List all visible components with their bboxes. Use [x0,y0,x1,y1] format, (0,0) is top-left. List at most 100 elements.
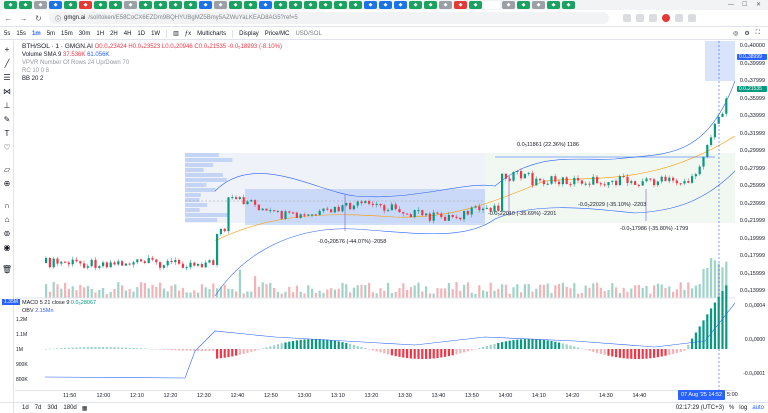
interval-1w[interactable]: 1W [151,31,160,37]
indicators-icon[interactable]: ƒx [185,31,191,37]
browser-tab[interactable]: ◆ [454,1,467,9]
site-info-icon[interactable]: ⓘ [55,14,61,23]
browser-tab[interactable]: ◆ [214,1,227,9]
menu-icon[interactable] [688,14,696,22]
browser-tab[interactable]: ◆ [184,1,197,9]
settings-icon[interactable]: ⚙ [744,30,749,37]
back-icon[interactable]: ← [4,14,13,23]
interval-1h[interactable]: 1H [96,31,104,37]
multicharts-button[interactable]: Multicharts [197,31,226,37]
trendline-icon[interactable]: ╱ [3,59,11,68]
trash-icon[interactable]: 🗑 [2,265,12,274]
price-chart[interactable] [15,41,735,391]
browser-tab[interactable]: ◆ [319,1,332,9]
browser-tab[interactable]: ◆ [289,1,302,9]
oscillator-axis[interactable]: 0.0₆0004 0.0₆0000 -0.0₆0001 [736,299,768,389]
browser-tab[interactable]: ◆ [502,1,515,9]
browser-tab[interactable]: ◆ [379,1,392,9]
fullscreen-icon[interactable]: ⛶ [756,30,760,37]
interval-15m[interactable]: 15m [61,31,73,37]
lock-drawings-icon[interactable]: ⊚ [3,229,11,238]
brush-icon[interactable]: ✎ [3,115,11,124]
interval-30m[interactable]: 30m [79,31,91,37]
browser-tab[interactable]: ◆ [49,1,62,9]
minimize-button[interactable]: — [728,0,734,10]
browser-tab[interactable]: ◆ [349,1,362,9]
browser-tab[interactable]: ◆ [64,1,77,9]
browser-tab[interactable]: ◆ [109,1,122,9]
browser-tab[interactable]: ◆ [244,1,257,9]
projection-icon[interactable]: ⊥ [3,101,11,110]
browser-tab[interactable]: ◆ [229,1,242,9]
forward-icon[interactable]: → [19,14,28,23]
browser-tab[interactable]: ◆ [334,1,347,9]
text-icon[interactable]: T [3,129,11,138]
camera-icon[interactable]: ◎ [733,30,738,37]
url-input[interactable]: ⓘ gmgn.ai/sol/token/E58CoCX6EZDm9BQHYUBg… [49,12,609,24]
browser-tab[interactable]: ◆ [517,1,530,9]
range-180d[interactable]: 180d [63,405,76,411]
browser-tab[interactable]: ◆ [4,1,17,9]
downloads-icon[interactable] [675,14,683,22]
bookmark-icon[interactable] [623,14,631,22]
interval-15s[interactable]: 15s [16,31,26,37]
fib-icon[interactable]: ☰ [3,73,11,82]
browser-tab[interactable]: ◆ [469,1,482,9]
close-window-button[interactable]: ✕ [756,0,761,10]
browser-tab[interactable]: ◆ [154,1,167,9]
rc-label[interactable]: RC 10 0 8 [22,67,282,75]
auto-toggle[interactable]: auto [752,405,764,411]
extension-icon[interactable] [649,14,657,22]
clock-label[interactable]: 02:17:29 (UTC+3) [676,405,724,411]
calendar-icon[interactable]: ▦ [82,405,88,412]
zoom-icon[interactable]: ⊕ [3,179,11,188]
bb-label[interactable]: BB 20 2 [22,75,282,83]
interval-4h[interactable]: 4H [124,31,132,37]
browser-tab[interactable]: ◆ [169,1,182,9]
price-mc-toggle[interactable]: Price/MC [265,31,290,37]
ruler-icon[interactable]: ▱ [3,165,11,174]
interval-5s[interactable]: 5s [4,31,10,37]
range-30d[interactable]: 30d [47,405,57,411]
browser-tab[interactable]: ◆ [394,1,407,9]
browser-tab[interactable]: ◆ [199,1,212,9]
browser-tab[interactable] [484,1,500,9]
percent-toggle[interactable]: % [729,405,734,411]
browser-tab[interactable]: ◆ [304,1,317,9]
browser-tab[interactable]: ◆ [124,1,137,9]
reload-icon[interactable]: ↻ [34,14,43,23]
interval-1d[interactable]: 1D [137,31,145,37]
obv-axis[interactable]: 1.2M 1.1M 1M 900K 800K [14,299,32,389]
pattern-icon[interactable]: ⋈ [3,87,11,96]
browser-tab[interactable]: ◆ [532,1,545,9]
browser-tab[interactable]: ◆ [274,1,287,9]
browser-tab[interactable]: ◆ [259,1,272,9]
magnet-icon[interactable]: ∩ [3,201,11,210]
log-toggle[interactable]: log [739,405,747,411]
profile-icon[interactable] [662,14,670,22]
display-button[interactable]: Display [239,31,259,37]
time-axis[interactable]: 11:50 12:00 12:10 12:20 12:30 12:40 12:50 13:00… [15,390,735,400]
interval-2h[interactable]: 2H [110,31,118,37]
maximize-button[interactable]: ☐ [742,0,747,10]
browser-tab[interactable]: ◆ [139,1,152,9]
lock-icon[interactable]: ⌂ [3,215,11,224]
browser-tab[interactable]: ◆ [439,1,452,9]
interval-5m[interactable]: 5m [47,31,55,37]
heart-icon[interactable]: ♡ [3,143,11,152]
browser-tab[interactable]: ◆ [424,1,437,9]
range-7d[interactable]: 7d [35,405,42,411]
browser-tab[interactable]: ◆ [34,1,47,9]
eye-icon[interactable]: ◉ [3,243,11,252]
vpvr-label[interactable]: VPVR Number Of Rows 24 Up/Down 70 [22,59,282,67]
browser-tab[interactable]: ◆ [19,1,32,9]
usd-sol-toggle[interactable]: USD/SOL [295,31,321,37]
interval-1m[interactable]: 1m [32,31,41,37]
browser-tab[interactable]: ◆ [364,1,377,9]
browser-tab[interactable]: ◆ [409,1,422,9]
symbol-title[interactable]: BTH/SOL · 1 · GMGN.AI [22,43,93,50]
browser-tab[interactable]: ◆ [547,1,560,9]
volume-label[interactable]: Volume SMA 9 [22,52,61,58]
browser-tab[interactable]: ◆ [94,1,107,9]
extension-icon[interactable] [636,14,644,22]
